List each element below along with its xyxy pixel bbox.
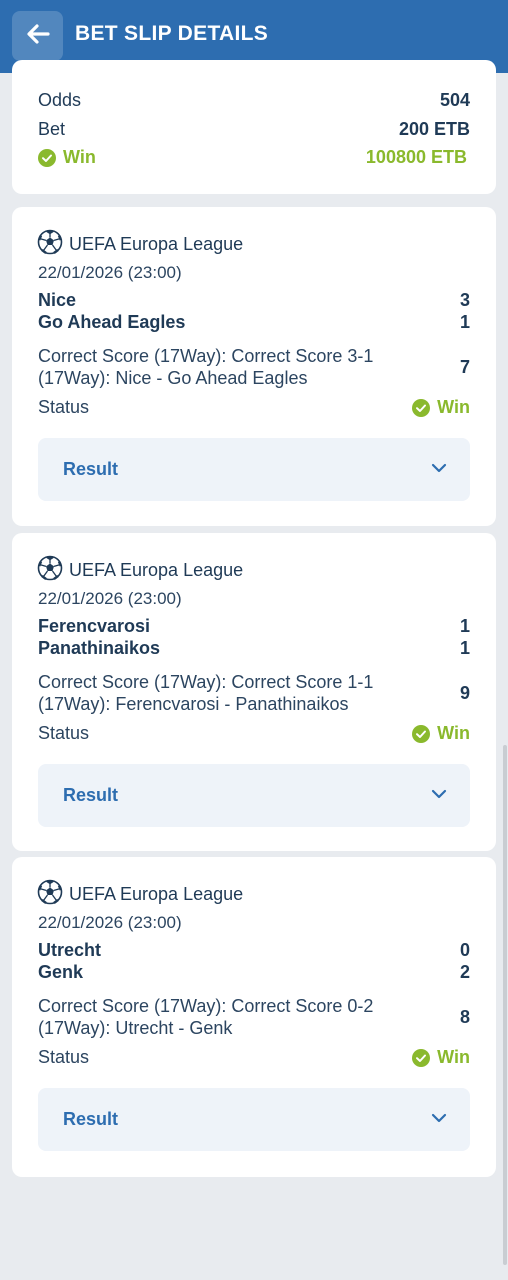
back-button[interactable] [12,11,63,61]
league-name: UEFA Europa League [69,883,244,904]
chevron-down-icon [430,787,448,805]
away-team-name: Go Ahead Eagles [38,311,186,332]
status-value: Win [437,722,470,743]
result-dropdown[interactable]: Result [38,438,470,501]
scrollbar[interactable] [503,745,507,1265]
home-team-row: Nice 3 [38,289,470,311]
bet-label: Bet [38,118,66,139]
league-name: UEFA Europa League [69,233,244,254]
status-row: Status Win [38,1044,470,1070]
selection-odd: 9 [459,683,470,703]
away-team-score: 1 [459,637,470,658]
chevron-down-icon [430,461,448,479]
league-name: UEFA Europa League [69,559,244,580]
soccer-ball-icon [37,879,63,910]
status-value-group: Win [412,1047,470,1068]
result-dropdown[interactable]: Result [38,764,470,827]
status-value: Win [437,396,470,417]
away-team-row: Go Ahead Eagles 1 [38,311,470,333]
selection-card: UEFA Europa League 22/01/2026 (23:00) Ut… [12,857,496,1177]
status-value-group: Win [412,723,470,744]
result-dropdown[interactable]: Result [38,1088,470,1151]
check-circle-icon [412,723,431,744]
market-description: Correct Score (17Way): Correct Score 1-1… [38,671,408,715]
home-team-name: Nice [38,289,77,310]
odds-row: Odds 504 [38,87,470,113]
soccer-ball-icon [37,555,63,586]
page-title: BET SLIP DETAILS [75,22,269,45]
win-label: Win [63,146,96,167]
arrow-left-icon [26,23,50,49]
match-date: 22/01/2026 (23:00) [38,913,182,932]
market-description: Correct Score (17Way): Correct Score 0-2… [38,995,408,1039]
check-circle-icon [38,147,56,168]
result-label: Result [63,1109,119,1129]
market-line: (17Way): Utrecht - Genk [38,1018,233,1038]
away-team-name: Genk [38,961,84,982]
home-team-name: Utrecht [38,939,102,960]
win-label-group: Win [38,147,96,168]
market-line: Correct Score (17Way): Correct Score 0-2 [38,996,374,1016]
away-team-row: Genk 2 [38,961,470,983]
selection-odd: 8 [459,1007,470,1027]
bet-value: 200 ETB [398,118,470,139]
check-circle-icon [412,397,431,418]
away-team-score: 2 [459,961,470,982]
away-team-score: 1 [459,311,470,332]
bet-summary-card: Odds 504 Bet 200 ETB Win 100800 ETB [12,60,496,194]
home-team-row: Ferencvarosi 1 [38,615,470,637]
status-row: Status Win [38,720,470,746]
odds-value: 504 [439,89,470,110]
soccer-ball-icon [37,229,63,260]
home-team-score: 3 [459,289,470,310]
market-line: Correct Score (17Way): Correct Score 3-1 [38,346,374,366]
status-label: Status [38,722,90,743]
result-label: Result [63,459,119,479]
selection-odd: 7 [459,357,470,377]
check-circle-icon [412,1047,431,1068]
result-label: Result [63,785,119,805]
away-team-row: Panathinaikos 1 [38,637,470,659]
win-amount: 100800 ETB [365,146,467,167]
status-label: Status [38,396,90,417]
match-date: 22/01/2026 (23:00) [38,263,182,282]
bet-row: Bet 200 ETB [38,116,470,142]
status-value-group: Win [412,397,470,418]
match-date: 22/01/2026 (23:00) [38,589,182,608]
home-team-row: Utrecht 0 [38,939,470,961]
selection-card: UEFA Europa League 22/01/2026 (23:00) Ni… [12,207,496,526]
market-line: (17Way): Ferencvarosi - Panathinaikos [38,694,349,714]
market-line: Correct Score (17Way): Correct Score 1-1 [38,672,374,692]
status-label: Status [38,1046,90,1067]
home-team-score: 0 [459,939,470,960]
odds-label: Odds [38,89,82,110]
league-header: UEFA Europa League [37,229,244,260]
chevron-down-icon [430,1111,448,1129]
league-header: UEFA Europa League [37,879,244,910]
market-line: (17Way): Nice - Go Ahead Eagles [38,368,308,388]
status-row: Status Win [38,394,470,420]
home-team-name: Ferencvarosi [38,615,151,636]
home-team-score: 1 [459,615,470,636]
market-description: Correct Score (17Way): Correct Score 3-1… [38,345,408,389]
status-value: Win [437,1046,470,1067]
selection-card: UEFA Europa League 22/01/2026 (23:00) Fe… [12,533,496,851]
win-row: Win 100800 ETB [38,144,470,170]
away-team-name: Panathinaikos [38,637,161,658]
league-header: UEFA Europa League [37,555,244,586]
